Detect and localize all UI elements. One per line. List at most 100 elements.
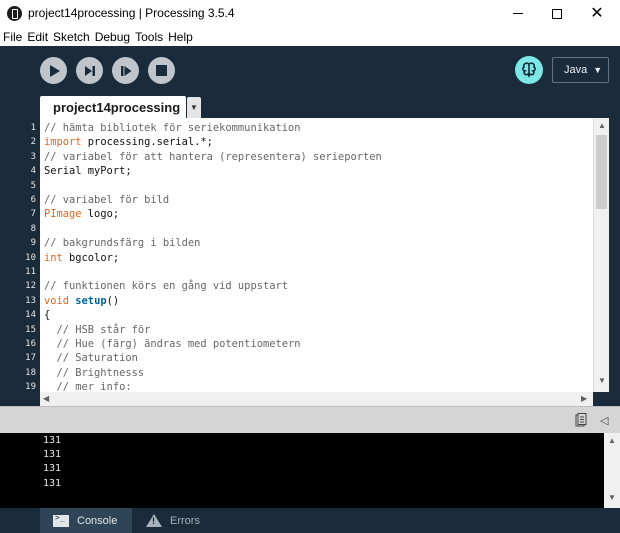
code-line: // variabel för att hantera (representer… — [44, 150, 382, 164]
line-number: 16 — [25, 339, 36, 349]
code-token: // funktionen körs en gång vid uppstart — [44, 280, 288, 293]
editor-horizontal-scrollbar[interactable]: ◀ ▶ — [40, 392, 593, 406]
line-number: 1 — [30, 123, 36, 133]
code-line: import processing.serial.*; — [44, 135, 213, 149]
code-token: void — [44, 294, 70, 307]
processing-app-icon — [7, 6, 22, 21]
close-button[interactable]: ✕ — [575, 0, 619, 27]
code-line: // funktionen körs en gång vid uppstart — [44, 279, 288, 293]
line-number: 10 — [25, 252, 36, 263]
errors-tab-label: Errors — [170, 514, 200, 527]
code-line: int bgcolor; — [44, 251, 119, 265]
mode-label: Java — [564, 64, 588, 76]
code-token: PImage — [44, 208, 82, 221]
line-number: 13 — [25, 295, 36, 306]
console-line: 131 — [43, 477, 62, 489]
code-token: () — [106, 294, 120, 307]
menu-debug[interactable]: Debug — [95, 30, 130, 44]
menu-help[interactable]: Help — [168, 30, 193, 44]
code-token: // HSB står för — [44, 323, 151, 336]
line-number: 3 — [30, 151, 36, 162]
menu-edit[interactable]: Edit — [27, 30, 48, 44]
step-icon — [84, 65, 95, 76]
line-number: 8 — [30, 223, 36, 234]
code-line: // hämta bibliotek för seriekommunikatio… — [44, 121, 300, 135]
code-token: logo; — [81, 208, 120, 221]
console-line: 131 — [43, 435, 62, 446]
title-bar: project14processing | Processing 3.5.4 ✕ — [0, 0, 620, 27]
console-vertical-scrollbar[interactable]: ▲ ▼ — [604, 433, 620, 508]
line-number: 9 — [30, 238, 36, 249]
scroll-up-icon[interactable]: ▲ — [608, 436, 616, 445]
code-line: // Hue (färg) ändras med potentiometern — [44, 337, 301, 351]
code-token: // Brightnesss — [44, 366, 145, 379]
console-icon — [53, 513, 69, 527]
mode-selector[interactable]: Java ▼ — [552, 57, 609, 83]
code-line: Serial myPort; — [44, 164, 132, 178]
line-number: 18 — [25, 367, 36, 378]
scrollbar-thumb[interactable] — [596, 135, 607, 209]
code-line: void setup() — [44, 294, 119, 308]
toolbar: Java ▼ — [0, 46, 620, 96]
menu-file[interactable]: File — [3, 30, 22, 44]
scroll-down-icon[interactable]: ▼ — [598, 376, 606, 385]
code-line: // Saturation — [44, 351, 138, 365]
minimize-button[interactable] — [496, 0, 540, 27]
console-line: 131 — [43, 463, 62, 475]
menu-sketch[interactable]: Sketch — [53, 30, 90, 44]
maximize-icon — [552, 8, 562, 19]
step-button[interactable] — [76, 57, 103, 84]
clipboard-icon[interactable] — [575, 413, 587, 427]
code-text-area[interactable]: // hämta bibliotek för seriekommunikatio… — [40, 118, 593, 392]
scroll-down-icon[interactable]: ▼ — [608, 493, 616, 502]
menu-tools[interactable]: Tools — [135, 30, 163, 44]
run-button[interactable] — [40, 57, 67, 84]
line-number: 5 — [30, 180, 36, 191]
code-token: // variabel för bild — [44, 194, 170, 206]
editor-horizontal-scroll-area: ◀ ▶ — [0, 392, 620, 406]
menu-bar: File Edit Sketch Debug Tools Help — [0, 27, 620, 46]
code-token: // hämta bibliotek för seriekommunikatio… — [44, 122, 301, 134]
play-icon — [49, 64, 60, 77]
tab-strip: project14processing ▼ — [0, 96, 620, 118]
debugger-toggle-button[interactable] — [515, 56, 543, 84]
line-number: 11 — [25, 267, 36, 277]
console-tab[interactable]: Console — [40, 508, 132, 533]
code-token: import — [44, 136, 82, 149]
stop-button[interactable] — [148, 57, 175, 84]
stop-icon — [156, 65, 167, 76]
scroll-up-icon[interactable]: ▲ — [598, 121, 606, 130]
code-token: { — [44, 309, 51, 322]
scroll-right-icon[interactable]: ▶ — [581, 394, 587, 403]
code-token: // Saturation — [44, 352, 138, 365]
errors-tab[interactable]: Errors — [133, 508, 223, 533]
line-number: 2 — [30, 137, 36, 148]
code-line: // Brightnesss — [44, 366, 145, 380]
code-token: // bakgrundsfärg i bilden — [44, 237, 201, 250]
code-line: // bakgrundsfärg i bilden — [44, 236, 200, 250]
code-token: processing.serial.*; — [81, 136, 213, 149]
line-number: 7 — [30, 209, 36, 220]
code-token: // variabel för att hantera (representer… — [44, 150, 382, 163]
butterfly-icon — [522, 62, 536, 78]
maximize-button[interactable] — [535, 0, 579, 27]
line-number: 4 — [30, 166, 36, 177]
code-line: // mer info: — [44, 380, 132, 392]
line-number: 17 — [25, 353, 36, 364]
tab-menu-button[interactable]: ▼ — [187, 97, 201, 118]
tab-project14processing[interactable]: project14processing — [40, 96, 186, 118]
line-number-gutter: 1 2 3 4 5 6 7 8 9 10 11 12 13 14 15 16 17 18 19 — [0, 118, 40, 392]
code-token: // mer info: — [44, 381, 132, 392]
scroll-left-icon[interactable]: ◀ — [43, 394, 49, 403]
console-header: ◁ — [0, 406, 620, 433]
minimize-icon — [513, 13, 523, 14]
code-line: PImage logo; — [44, 207, 119, 221]
code-token: // Hue (färg) ändras med potentiometern — [44, 338, 301, 350]
code-token: setup — [75, 294, 107, 307]
continue-button[interactable] — [112, 57, 139, 84]
window-title: project14processing | Processing 3.5.4 — [28, 6, 235, 20]
line-number: 14 — [25, 310, 36, 321]
code-line: // variabel för bild — [44, 193, 169, 207]
editor-vertical-scrollbar[interactable]: ▲ ▼ — [593, 118, 609, 392]
collapse-console-icon[interactable]: ◁ — [600, 414, 608, 427]
